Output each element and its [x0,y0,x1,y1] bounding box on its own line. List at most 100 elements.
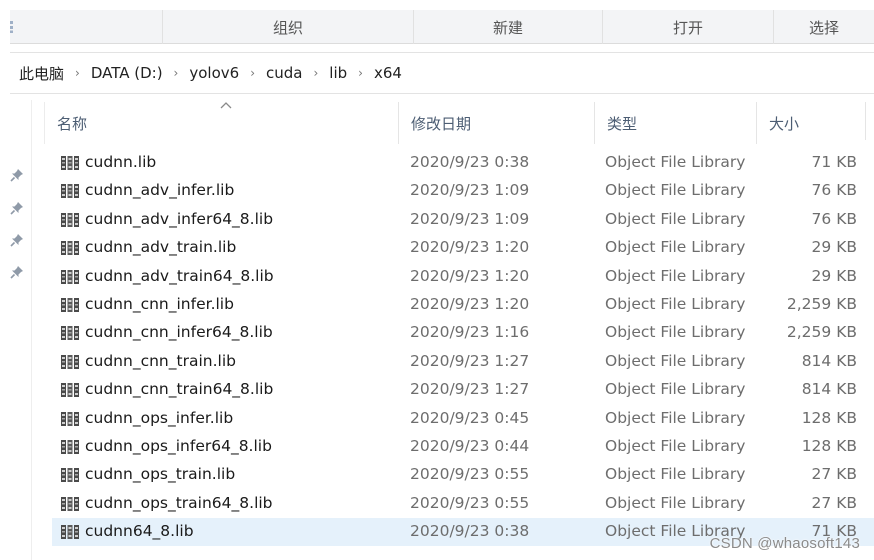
file-row[interactable]: cudnn_ops_infer64_8.lib 2020/9/23 0:44 O… [52,433,874,461]
file-row[interactable]: cudnn_cnn_train.lib 2020/9/23 1:27 Objec… [52,348,874,376]
library-file-icon [61,184,79,199]
ribbon-group-open[interactable]: 打开 [602,10,773,44]
library-file-icon [61,439,79,454]
file-name[interactable]: cudnn_adv_infer.lib [85,181,234,199]
file-modified-date: 2020/9/23 0:55 [410,493,530,512]
library-file-icon [61,212,79,227]
column-header-name[interactable]: 名称 [44,102,396,144]
library-file-icon [61,269,79,284]
breadcrumb-data-drive[interactable]: DATA (D:) [91,64,163,82]
file-size: 27 KB [811,465,857,484]
file-row[interactable]: cudnn_adv_train64_8.lib 2020/9/23 1:20 O… [52,263,874,291]
ribbon-group-select[interactable]: 选择 [773,10,874,44]
file-modified-date: 2020/9/23 1:27 [410,351,530,370]
file-name[interactable]: cudnn_ops_train.lib [85,465,235,483]
chevron-right-icon[interactable]: › [174,66,179,80]
file-size: 128 KB [801,436,857,455]
file-name[interactable]: cudnn64_8.lib [85,522,194,540]
library-file-icon [61,411,79,426]
file-row[interactable]: cudnn_adv_train.lib 2020/9/23 1:20 Objec… [52,234,874,262]
file-type: Object File Library [605,465,746,484]
navigation-pane [0,100,32,560]
file-modified-date: 2020/9/23 0:44 [410,436,530,455]
library-file-icon [61,354,79,369]
pin-icon[interactable] [10,168,24,182]
file-modified-date: 2020/9/23 0:45 [410,408,530,427]
file-size: 814 KB [801,380,857,399]
library-file-icon [61,525,79,540]
breadcrumb-x64[interactable]: x64 [374,64,402,82]
file-size: 814 KB [801,351,857,370]
file-type: Object File Library [605,238,746,257]
file-size: 29 KB [811,238,857,257]
file-modified-date: 2020/9/23 1:09 [410,181,530,200]
ribbon-group-new[interactable]: 新建 [413,10,602,44]
column-header-label: 大小 [769,114,800,133]
column-header-row: 名称 修改日期 类型 大小 [44,102,874,144]
column-header-label: 类型 [607,114,638,133]
file-type: Object File Library [605,351,746,370]
file-modified-date: 2020/9/23 1:09 [410,209,530,228]
file-row[interactable]: cudnn_ops_train64_8.lib 2020/9/23 0:55 O… [52,490,874,518]
file-type: Object File Library [605,153,746,171]
file-modified-date: 2020/9/23 1:20 [410,238,530,257]
chevron-right-icon[interactable]: › [75,66,80,80]
chevron-right-icon[interactable]: › [250,66,255,80]
file-type: Object File Library [605,323,746,342]
chevron-right-icon[interactable]: › [313,66,318,80]
file-row[interactable]: cudnn.lib 2020/9/23 0:38 Object File Lib… [52,149,874,177]
column-header-size[interactable]: 大小 [756,102,866,144]
library-file-icon [61,326,79,341]
library-file-icon [61,297,79,312]
file-row[interactable]: cudnn_cnn_infer64_8.lib 2020/9/23 1:16 O… [52,319,874,347]
file-name[interactable]: cudnn_cnn_infer.lib [85,295,234,313]
file-name[interactable]: cudnn.lib [85,153,156,171]
library-file-icon [61,241,79,256]
file-row[interactable]: cudnn_cnn_train64_8.lib 2020/9/23 1:27 O… [52,376,874,404]
column-header-type[interactable]: 类型 [594,102,756,144]
file-size: 2,259 KB [786,323,857,342]
file-modified-date: 2020/9/23 1:20 [410,294,530,313]
file-name[interactable]: cudnn_cnn_train.lib [85,352,236,370]
ribbon-group-label: 选择 [808,18,839,37]
file-size: 76 KB [811,209,857,228]
file-size: 29 KB [811,266,857,285]
pin-icon[interactable] [10,201,24,215]
file-name[interactable]: cudnn_adv_train.lib [85,238,236,256]
file-row[interactable]: cudnn_ops_train.lib 2020/9/23 0:55 Objec… [52,461,874,489]
file-name[interactable]: cudnn_adv_train64_8.lib [85,267,274,285]
file-type: Object File Library [605,266,746,285]
breadcrumb-cuda[interactable]: cuda [266,64,302,82]
column-header-label: 修改日期 [411,114,472,133]
ribbon-group-organize[interactable]: 组织 [162,10,413,44]
chevron-right-icon[interactable]: › [358,66,363,80]
breadcrumb-lib[interactable]: lib [329,64,347,82]
ribbon-group-label: 打开 [672,18,703,37]
breadcrumb-this-pc[interactable]: 此电脑 [19,63,64,84]
file-row[interactable]: cudnn_cnn_infer.lib 2020/9/23 1:20 Objec… [52,291,874,319]
file-name[interactable]: cudnn_cnn_train64_8.lib [85,380,273,398]
ribbon-group-label: 新建 [492,18,523,37]
file-name[interactable]: cudnn_ops_infer.lib [85,409,233,427]
file-row[interactable]: cudnn_adv_infer.lib 2020/9/23 1:09 Objec… [52,177,874,205]
file-size: 71 KB [811,153,857,171]
column-header-date[interactable]: 修改日期 [398,102,592,144]
library-file-icon [61,496,79,511]
column-header-divider [865,102,866,140]
file-row[interactable]: cudnn_ops_infer.lib 2020/9/23 0:45 Objec… [52,405,874,433]
file-row[interactable]: cudnn_adv_infer64_8.lib 2020/9/23 1:09 O… [52,206,874,234]
breadcrumb-yolov6[interactable]: yolov6 [189,64,239,82]
column-header-label: 名称 [57,114,88,133]
ribbon-command-bar: 组织 新建 打开 选择 [10,10,874,44]
file-name[interactable]: cudnn_cnn_infer64_8.lib [85,323,273,341]
file-name[interactable]: cudnn_ops_train64_8.lib [85,494,273,512]
file-type: Object File Library [605,209,746,228]
ribbon-overflow-icon[interactable] [10,21,13,33]
file-modified-date: 2020/9/23 0:55 [410,465,530,484]
file-type: Object File Library [605,493,746,512]
breadcrumb[interactable]: 此电脑 › DATA (D:) › yolov6 › cuda › lib › … [10,52,874,94]
pin-icon[interactable] [10,265,24,279]
file-name[interactable]: cudnn_ops_infer64_8.lib [85,437,272,455]
pin-icon[interactable] [10,233,24,247]
file-name[interactable]: cudnn_adv_infer64_8.lib [85,210,273,228]
